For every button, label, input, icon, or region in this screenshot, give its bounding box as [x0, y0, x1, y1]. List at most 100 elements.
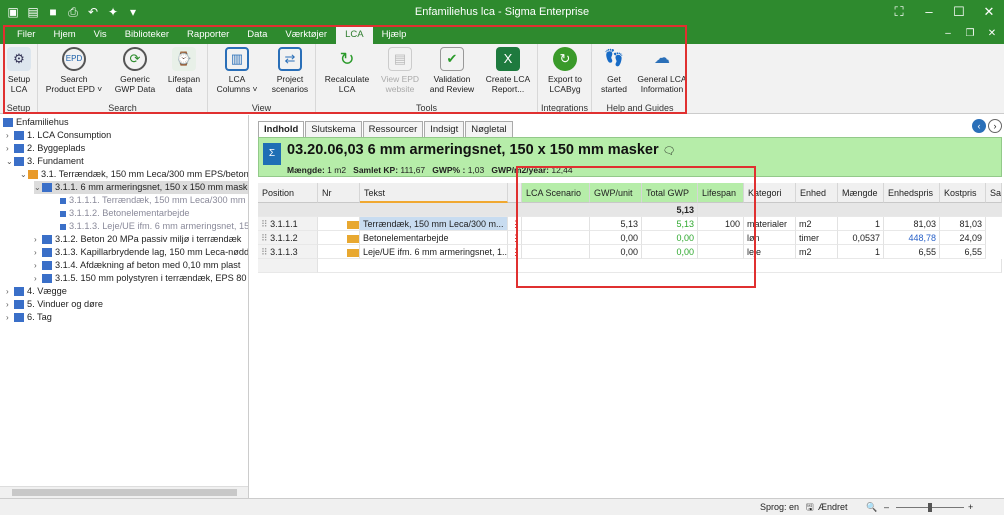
tree-item[interactable]: › 3.1.3. Kapillarbrydende lag, 150 mm Lec…: [34, 246, 248, 259]
row-maengde[interactable]: 0,0537: [838, 231, 884, 245]
row-enhedspris[interactable]: 448,78: [884, 231, 940, 245]
row-total-gwp[interactable]: 0,00: [642, 231, 698, 245]
row-kategori[interactable]: materialer: [744, 217, 796, 231]
close-button[interactable]: ✕: [980, 3, 998, 21]
zoom-icon[interactable]: 🔍: [866, 501, 877, 514]
minimize-button[interactable]: –: [920, 3, 938, 21]
row-position[interactable]: ⠿ 3.1.1.3: [258, 245, 318, 259]
row-enhedspris[interactable]: 6,55: [884, 245, 940, 259]
row-kostpris[interactable]: 6,55: [940, 245, 986, 259]
language-status[interactable]: Sprog: en: [760, 501, 799, 514]
row-text[interactable]: Terrændæk, 150 mm Leca/300 m...: [360, 217, 508, 231]
tab-noegletal[interactable]: Nøgletal: [465, 121, 513, 137]
tab-lca[interactable]: LCA: [336, 26, 373, 44]
tab-vis[interactable]: Vis: [85, 26, 116, 44]
tree-item-selected[interactable]: ⌄ 3.1.1. 6 mm armeringsnet, 150 x 150 mm …: [34, 181, 248, 194]
zoom-out-button[interactable]: –: [884, 501, 889, 514]
project-scenarios-button[interactable]: ⇄ Project scenarios: [266, 47, 314, 94]
col-kostpris[interactable]: Kostpris: [940, 183, 986, 203]
empty-row[interactable]: [318, 259, 1002, 273]
row-total-gwp[interactable]: 5,13: [642, 217, 698, 231]
row-kategori[interactable]: leje: [744, 245, 796, 259]
tab-filer[interactable]: Filer: [8, 26, 44, 44]
generic-gwp-button[interactable]: ⟳ Generic GWP Data: [108, 47, 162, 94]
row-kostpris[interactable]: 81,03: [940, 217, 986, 231]
scrollbar-thumb[interactable]: [12, 489, 237, 496]
row-lca-scenario[interactable]: [522, 245, 590, 259]
tree-horizontal-scrollbar[interactable]: [0, 486, 248, 498]
collapse-icon[interactable]: ⌄: [34, 181, 42, 194]
row-gwp-unit[interactable]: 0,00: [590, 245, 642, 259]
expand-icon[interactable]: ›: [34, 233, 42, 246]
row-nr[interactable]: [318, 231, 360, 245]
col-tekst[interactable]: Tekst: [360, 183, 508, 203]
row-nr[interactable]: [318, 217, 360, 231]
doc-close-button[interactable]: ✕: [986, 28, 998, 39]
tab-biblioteker[interactable]: Biblioteker: [116, 26, 178, 44]
validation-review-button[interactable]: ✔ Validation and Review: [426, 47, 478, 94]
col-flag[interactable]: [508, 183, 522, 203]
col-total-gwp[interactable]: Total GWP: [642, 183, 698, 203]
row-enhed[interactable]: m2: [796, 245, 838, 259]
tree-item[interactable]: ⌄ 3.1. Terrændæk, 150 mm Leca/300 mm EPS/…: [20, 168, 248, 181]
tree-item[interactable]: › 3.1.5. 150 mm polystyren i terrændæk, E…: [34, 272, 247, 285]
tab-data[interactable]: Data: [238, 26, 276, 44]
fullscreen-icon[interactable]: ⛶: [890, 3, 908, 21]
expand-icon[interactable]: ›: [34, 272, 42, 285]
row-maengde[interactable]: 1: [838, 245, 884, 259]
lca-columns-button[interactable]: ▥ LCA Columns ˅: [214, 47, 260, 94]
collapse-icon[interactable]: ⌄: [20, 168, 28, 181]
row-total-gwp[interactable]: 0,00: [642, 245, 698, 259]
doc-restore-button[interactable]: ❐: [964, 28, 976, 39]
row-lca-scenario[interactable]: [522, 231, 590, 245]
col-sa[interactable]: Sa: [986, 183, 1002, 203]
expand-icon[interactable]: ›: [6, 285, 14, 298]
row-position[interactable]: ⠿ 3.1.1.1: [258, 217, 318, 231]
row-text[interactable]: Leje/UE ifm. 6 mm armeringsnet, 1...: [360, 245, 508, 259]
expand-icon[interactable]: ›: [6, 298, 14, 311]
col-lifespan[interactable]: Lifespan: [698, 183, 744, 203]
row-enhed[interactable]: m2: [796, 217, 838, 231]
collapse-icon[interactable]: ⌄: [6, 155, 14, 168]
col-position[interactable]: Position: [258, 183, 318, 203]
row-text[interactable]: Betonelementarbejde: [360, 231, 508, 245]
zoom-slider-thumb[interactable]: [928, 503, 932, 512]
expand-icon[interactable]: ›: [6, 311, 14, 324]
tab-indhold[interactable]: Indhold: [258, 121, 305, 137]
tree-item[interactable]: ⌄ 3. Fundament: [6, 155, 84, 168]
tree-item[interactable]: 3.1.1.1. Terrændæk, 150 mm Leca/300 mm E: [60, 194, 248, 207]
row-gwp-unit[interactable]: 5,13: [590, 217, 642, 231]
row-maengde[interactable]: 1: [838, 217, 884, 231]
tree-item[interactable]: › 5. Vinduer og døre: [6, 298, 103, 311]
row-lca-scenario[interactable]: [522, 217, 590, 231]
export-lcabyg-button[interactable]: ↻ Export to LCAByg: [540, 47, 590, 94]
expand-icon[interactable]: ›: [34, 259, 42, 272]
expand-icon[interactable]: ›: [6, 129, 14, 142]
row-lifespan[interactable]: [698, 231, 744, 245]
row-lifespan[interactable]: 100: [698, 217, 744, 231]
row-position[interactable]: [258, 259, 318, 273]
tab-ressourcer[interactable]: Ressourcer: [362, 121, 424, 137]
tab-rapporter[interactable]: Rapporter: [178, 26, 238, 44]
row-flag[interactable]: ⋮: [508, 217, 522, 231]
col-maengde[interactable]: Mængde: [838, 183, 884, 203]
tree-root[interactable]: Enfamiliehus: [3, 116, 69, 129]
search-epd-button[interactable]: EPD Search Product EPD ˅: [44, 47, 104, 94]
doc-minimize-button[interactable]: –: [942, 28, 954, 39]
general-lca-info-button[interactable]: ☁ General LCA Information: [636, 47, 688, 95]
lifespan-data-button[interactable]: ⌚ Lifespan data: [162, 47, 206, 94]
forward-icon[interactable]: ›: [988, 119, 1002, 133]
col-enhedspris[interactable]: Enhedspris: [884, 183, 940, 203]
view-epd-website-button[interactable]: ▤ View EPD website: [376, 47, 424, 94]
create-lca-report-button[interactable]: X Create LCA Report...: [480, 47, 536, 94]
col-lca-scenario[interactable]: LCA Scenario: [522, 183, 590, 203]
row-position[interactable]: ⠿ 3.1.1.2: [258, 231, 318, 245]
maximize-button[interactable]: ☐: [950, 3, 968, 21]
get-started-button[interactable]: 👣 Get started: [594, 47, 634, 95]
col-enhed[interactable]: Enhed: [796, 183, 838, 203]
tree-item[interactable]: 3.1.1.2. Betonelementarbejde: [60, 207, 190, 220]
tree-item[interactable]: › 6. Tag: [6, 311, 52, 324]
row-lifespan[interactable]: [698, 245, 744, 259]
expand-icon[interactable]: ›: [34, 246, 42, 259]
tab-slutskema[interactable]: Slutskema: [305, 121, 362, 137]
